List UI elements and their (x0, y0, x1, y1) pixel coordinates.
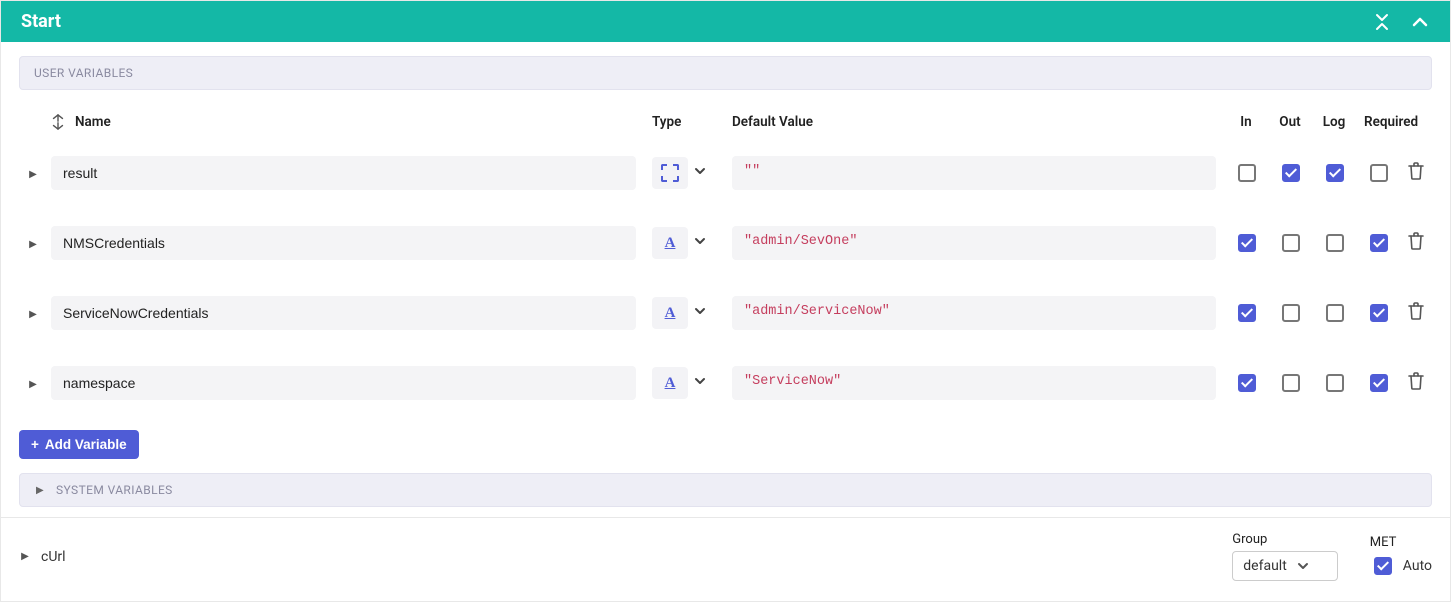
type-dropdown[interactable] (694, 235, 706, 251)
out-checkbox[interactable] (1282, 304, 1300, 322)
met-auto-label: Auto (1403, 558, 1432, 574)
type-indicator: A (652, 297, 688, 329)
default-value-input[interactable]: "admin/SevOne" (732, 226, 1216, 260)
user-variables-section[interactable]: USER VARIABLES (19, 56, 1432, 90)
node-title-wrap[interactable]: ▶ cUrl (19, 549, 1232, 565)
log-checkbox[interactable] (1326, 164, 1344, 182)
panel-title: Start (21, 11, 61, 32)
out-checkbox[interactable] (1282, 234, 1300, 252)
col-out-label: Out (1268, 108, 1312, 146)
delete-row-button[interactable] (1408, 308, 1424, 324)
type-string-icon: A (665, 305, 676, 322)
type-indicator: A (652, 227, 688, 259)
in-checkbox[interactable] (1238, 374, 1256, 392)
table-row: ▶ A "ServiceNow" (19, 356, 1432, 426)
required-checkbox[interactable] (1370, 374, 1388, 392)
log-checkbox[interactable] (1326, 374, 1344, 392)
col-name-label: Name (75, 114, 111, 130)
default-value-input[interactable]: "ServiceNow" (732, 366, 1216, 400)
expand-row-icon[interactable]: ▶ (27, 309, 39, 320)
log-checkbox[interactable] (1326, 234, 1344, 252)
variable-name-input[interactable] (51, 156, 636, 190)
chevron-down-icon (1297, 560, 1309, 572)
group-select[interactable]: default (1232, 551, 1338, 581)
add-variable-label: Add Variable (45, 437, 127, 452)
group-field: Group default (1232, 532, 1338, 581)
node-label: cUrl (41, 549, 66, 565)
met-label: MET (1370, 535, 1432, 550)
required-checkbox[interactable] (1370, 164, 1388, 182)
user-variables-label: USER VARIABLES (34, 66, 133, 80)
variables-table: Name Type Default Value In Out Log Requi… (19, 108, 1432, 426)
system-variables-section[interactable]: ▶ SYSTEM VARIABLES (19, 473, 1432, 507)
variable-name-input[interactable] (51, 226, 636, 260)
node-footer-right: Group default MET Auto (1232, 532, 1432, 581)
expand-row-icon[interactable]: ▶ (27, 169, 39, 180)
log-checkbox[interactable] (1326, 304, 1344, 322)
variable-name-input[interactable] (51, 296, 636, 330)
table-row: ▶ "" (19, 146, 1432, 216)
delete-row-button[interactable] (1408, 238, 1424, 254)
type-dropdown[interactable] (694, 375, 706, 391)
out-checkbox[interactable] (1282, 164, 1300, 182)
variable-name-input[interactable] (51, 366, 636, 400)
type-indicator: A (652, 367, 688, 399)
table-header-row: Name Type Default Value In Out Log Requi… (19, 108, 1432, 146)
panel-header-actions (1372, 12, 1430, 32)
col-log-label: Log (1312, 108, 1356, 146)
default-value-input[interactable]: "admin/ServiceNow" (732, 296, 1216, 330)
default-value-input[interactable]: "" (732, 156, 1216, 190)
required-checkbox[interactable] (1370, 234, 1388, 252)
met-auto-checkbox[interactable] (1374, 557, 1392, 575)
name-header[interactable]: Name (51, 114, 636, 130)
type-indicator (652, 157, 688, 189)
in-checkbox[interactable] (1238, 164, 1256, 182)
group-label: Group (1232, 532, 1338, 547)
col-type-label: Type (644, 108, 724, 146)
type-dropdown[interactable] (694, 165, 706, 181)
system-variables-label: SYSTEM VARIABLES (56, 483, 173, 497)
type-string-icon: A (665, 375, 676, 392)
in-checkbox[interactable] (1238, 234, 1256, 252)
col-in-label: In (1224, 108, 1268, 146)
expand-row-icon[interactable]: ▶ (27, 379, 39, 390)
chevron-up-icon[interactable] (1410, 12, 1430, 32)
out-checkbox[interactable] (1282, 374, 1300, 392)
required-checkbox[interactable] (1370, 304, 1388, 322)
plus-icon: + (31, 437, 39, 452)
expand-icon: ▶ (34, 485, 46, 496)
group-value: default (1243, 558, 1287, 574)
type-any-icon (661, 164, 679, 182)
add-variable-button[interactable]: + Add Variable (19, 430, 139, 459)
start-panel: Start USER VARIABLES (0, 0, 1451, 602)
in-checkbox[interactable] (1238, 304, 1256, 322)
expand-row-icon[interactable]: ▶ (27, 239, 39, 250)
expand-icon: ▶ (19, 551, 31, 562)
type-dropdown[interactable] (694, 305, 706, 321)
delete-row-button[interactable] (1408, 378, 1424, 394)
panel-body: USER VARIABLES (1, 42, 1450, 517)
met-field: MET Auto (1370, 535, 1432, 578)
delete-row-button[interactable] (1408, 168, 1424, 184)
collapse-vertical-icon[interactable] (1372, 12, 1392, 32)
col-default-label: Default Value (724, 108, 1224, 146)
table-row: ▶ A "admin/SevOne" (19, 216, 1432, 286)
panel-header: Start (1, 1, 1450, 42)
table-row: ▶ A "admin/ServiceNow" (19, 286, 1432, 356)
sort-icon (51, 114, 65, 130)
node-footer: ▶ cUrl Group default MET Auto (1, 517, 1450, 601)
type-string-icon: A (665, 235, 676, 252)
col-required-label: Required (1356, 108, 1400, 146)
